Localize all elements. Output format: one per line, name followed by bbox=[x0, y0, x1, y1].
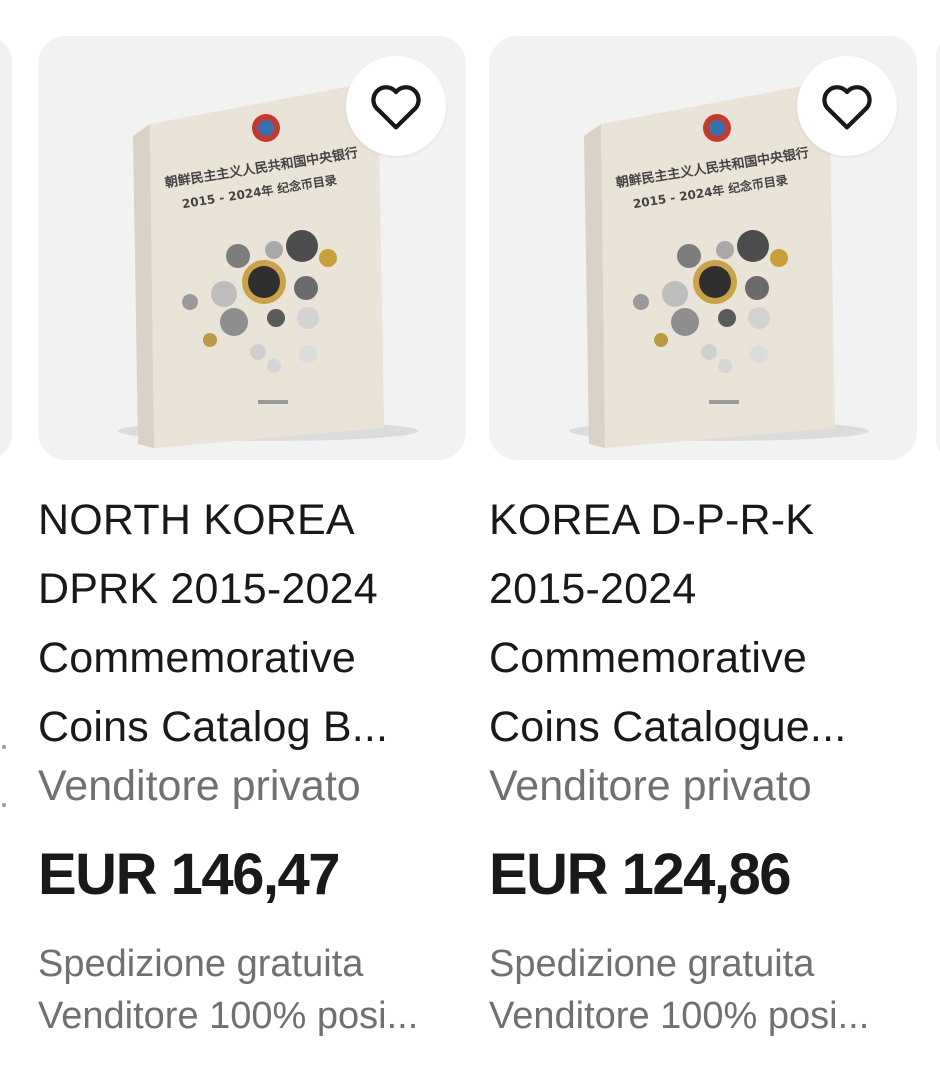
listing-image[interactable]: 朝鲜民主主义人民共和国中央银行 2015 - 2024年 纪念币目录 bbox=[38, 36, 466, 460]
previous-listing-card-edge[interactable] bbox=[0, 36, 12, 460]
title-line: Coins Catalog B... bbox=[38, 703, 389, 751]
seller-rating: Venditore 100% posi... bbox=[489, 995, 870, 1037]
seller-rating: Venditore 100% posi... bbox=[38, 995, 419, 1037]
listing-image[interactable]: 朝鲜民主主义人民共和国中央银行 2015 - 2024年 纪念币目录 bbox=[489, 36, 917, 460]
heart-outline-icon bbox=[371, 85, 421, 130]
listing-price: EUR 146,47 bbox=[38, 842, 340, 907]
favorite-button[interactable] bbox=[797, 56, 897, 156]
listing-title[interactable]: KOREA D-P-R-K 2015-2024 Commemorative Co… bbox=[489, 486, 917, 762]
shipping-info: Spedizione gratuita bbox=[489, 943, 815, 985]
title-line: Commemorative bbox=[489, 634, 808, 682]
next-listing-card-edge[interactable] bbox=[936, 36, 940, 460]
shipping-info: Spedizione gratuita bbox=[38, 943, 364, 985]
listing-card[interactable]: 朝鲜民主主义人民共和国中央银行 2015 - 2024年 纪念币目录 bbox=[489, 36, 917, 1042]
title-line: 2015-2024 bbox=[489, 565, 697, 613]
listing-price: EUR 124,86 bbox=[489, 842, 791, 907]
truncation-dot bbox=[2, 745, 6, 749]
title-line: Commemorative bbox=[38, 634, 357, 682]
seller-type: Venditore privato bbox=[38, 762, 361, 810]
title-line: NORTH KOREA bbox=[38, 496, 355, 544]
favorite-button[interactable] bbox=[346, 56, 446, 156]
listing-card[interactable]: 朝鲜民主主义人民共和国中央银行 2015 - 2024年 纪念币目录 bbox=[38, 36, 466, 1042]
heart-outline-icon bbox=[822, 85, 872, 130]
title-line: DPRK 2015-2024 bbox=[38, 565, 378, 613]
title-line: Coins Catalogue... bbox=[489, 703, 847, 751]
seller-type: Venditore privato bbox=[489, 762, 812, 810]
truncation-dot bbox=[2, 803, 6, 807]
title-line: KOREA D-P-R-K bbox=[489, 496, 815, 544]
listing-title[interactable]: NORTH KOREA DPRK 2015-2024 Commemorative… bbox=[38, 486, 466, 762]
